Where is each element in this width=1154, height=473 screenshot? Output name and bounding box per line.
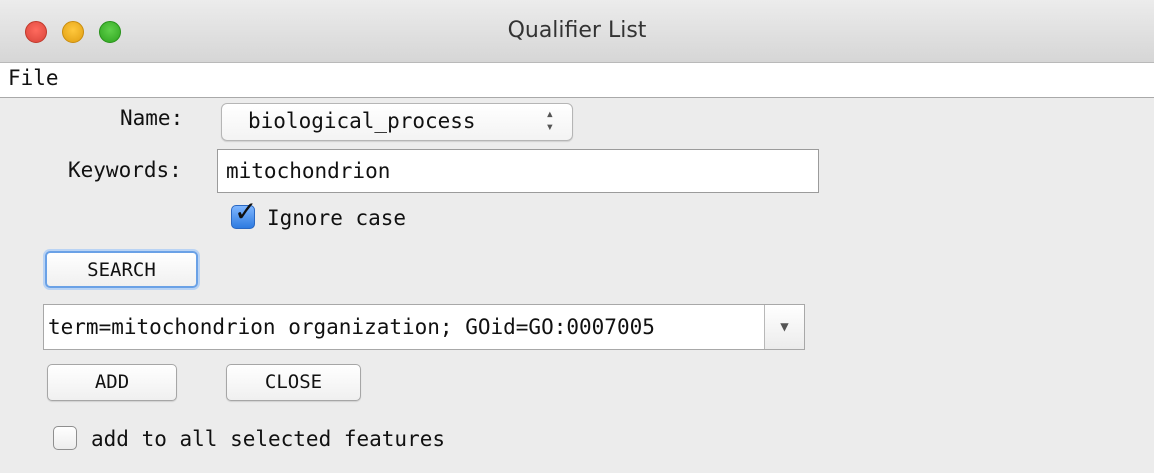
window-title: Qualifier List — [507, 18, 647, 43]
ignore-case-checkbox[interactable]: ✓ — [231, 195, 257, 229]
search-button[interactable]: SEARCH — [45, 251, 198, 288]
result-combo-value: term=mitochondrion organization; GOid=GO… — [48, 315, 655, 339]
ignore-case-label: Ignore case — [267, 206, 407, 230]
chevron-down-icon[interactable]: ▼ — [764, 305, 804, 349]
keywords-label: Keywords: — [68, 158, 182, 182]
menu-bar: File — [0, 63, 1154, 98]
select-arrows-icon: ▴ ▾ — [545, 106, 554, 135]
checkmark-icon: ✓ — [234, 195, 258, 228]
name-select-value: biological_process — [248, 109, 476, 133]
add-to-all-checkbox[interactable] — [53, 426, 77, 450]
add-to-all-label: add to all selected features — [91, 427, 446, 451]
qualifier-list-window: Qualifier List File Name: biological_pro… — [0, 0, 1154, 473]
menu-file[interactable]: File — [8, 66, 59, 90]
add-button[interactable]: ADD — [47, 364, 177, 401]
keywords-input[interactable]: mitochondrion — [217, 149, 819, 193]
name-select[interactable]: biological_process ▴ ▾ — [221, 103, 573, 141]
result-combo[interactable]: term=mitochondrion organization; GOid=GO… — [43, 304, 805, 350]
close-button[interactable]: CLOSE — [226, 364, 361, 401]
name-label: Name: — [120, 106, 184, 130]
keywords-input-value: mitochondrion — [226, 159, 391, 183]
title-bar: Qualifier List — [0, 0, 1154, 63]
